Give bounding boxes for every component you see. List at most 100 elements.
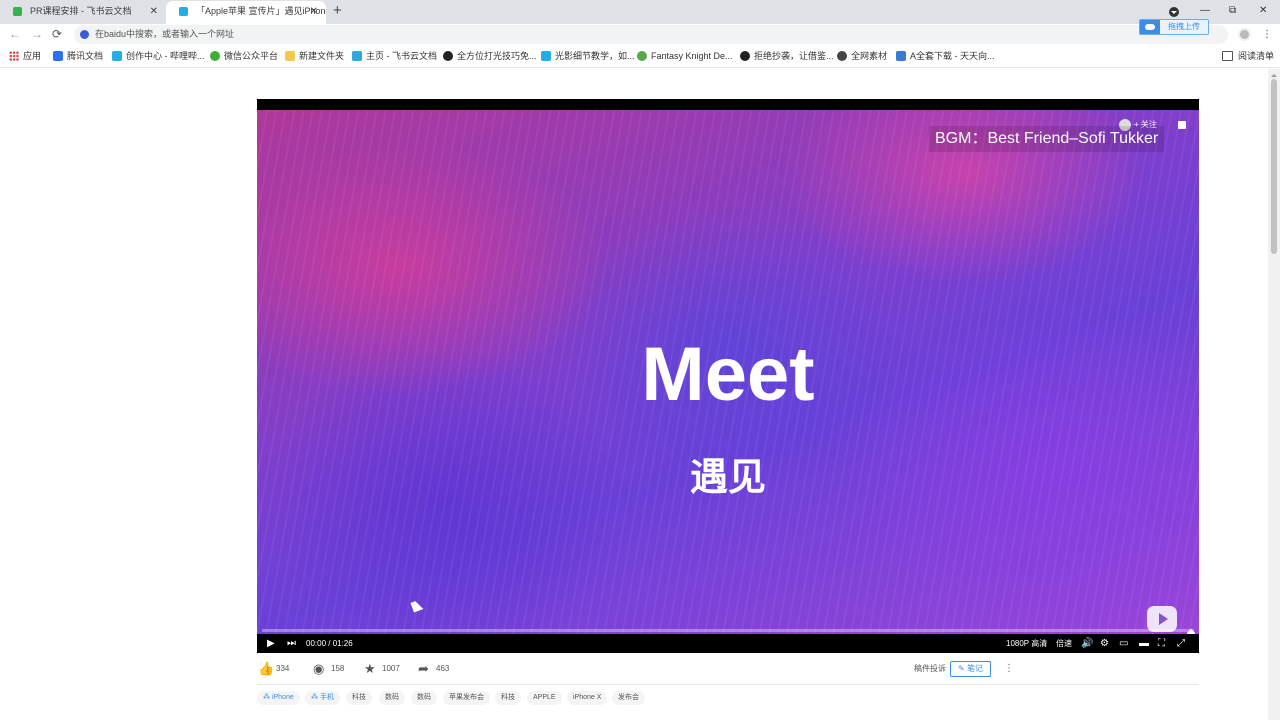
address-placeholder: 在baidu中搜索，或者输入一个网址 (95, 29, 235, 39)
bookmark-label: 主页 - 飞书云文档 (366, 51, 437, 61)
scroll-thumb[interactable] (1271, 79, 1277, 254)
tag-label: 发布会 (618, 694, 639, 701)
bgm-caption: BGM：Best Friend–Sofi Tukker (929, 126, 1165, 152)
bookmark-item[interactable]: 全网素材 (837, 50, 887, 62)
new-tab-button[interactable]: + (333, 2, 342, 20)
tag-label: 苹果发布会 (449, 694, 484, 701)
coin-count: 158 (331, 664, 345, 673)
tag-label: APPLE (533, 694, 556, 701)
bookmark-label: 微信公众平台 (224, 51, 279, 61)
close-window-button[interactable]: ✕ (1259, 2, 1267, 20)
player-controls: ▶ ⏭ 00:00 / 01:26 1080P 高清 倍速 🔊 ⚙ ▭ ▬ ⛶ … (257, 634, 1199, 653)
reading-list-label: 阅读清单 (1238, 51, 1275, 61)
fullscreen-icon[interactable]: ⤢ (1177, 634, 1185, 653)
favorite-button[interactable]: ★ 1007 (364, 661, 400, 677)
browser-menu-icon[interactable]: ⋮ (1262, 28, 1272, 42)
tag-item[interactable]: iPhone X (567, 691, 608, 705)
wechat-icon (210, 51, 220, 61)
back-button[interactable]: ← (9, 26, 21, 42)
bookmark-item[interactable]: A全套下载 - 天天向... (896, 50, 995, 62)
video-title-cn: 遇见 (689, 457, 766, 499)
share-count: 463 (436, 664, 450, 673)
tag-phone[interactable]: ⁂ 手机 (305, 691, 340, 705)
play-icon[interactable]: ▶ (267, 634, 275, 653)
forward-button[interactable]: → (31, 26, 43, 42)
star-icon: ★ (364, 661, 376, 676)
share-button[interactable]: ➦ 463 (418, 661, 449, 677)
widescreen-icon[interactable]: ▬ (1139, 634, 1149, 653)
tag-label: 数码 (417, 694, 431, 701)
feishu-icon (352, 51, 362, 61)
profile-avatar[interactable] (1238, 28, 1251, 41)
site-icon (740, 51, 750, 61)
reading-list-button[interactable]: 阅读清单 (1222, 50, 1274, 62)
bookmark-label: 全方位打光技巧免... (457, 51, 537, 61)
note-icon: ✎ (958, 664, 967, 673)
volume-icon[interactable]: 🔊 (1081, 634, 1093, 653)
web-fullscreen-icon[interactable]: ⛶ (1158, 634, 1165, 653)
bookmark-folder[interactable]: 新建文件夹 (285, 50, 344, 62)
bookmark-item[interactable]: 微信公众平台 (210, 50, 278, 62)
reload-button[interactable]: ⟳ (52, 26, 62, 42)
note-label: 笔记 (966, 664, 983, 673)
progress-bar[interactable] (262, 629, 1194, 632)
report-link[interactable]: 稿件投诉 (914, 662, 946, 676)
settings-icon[interactable]: ⚙ (1100, 634, 1109, 653)
bookmarks-bar: 应用 腾讯文档 创作中心 - 哔哩哔... 微信公众平台 新建文件夹 主页 - … (0, 46, 1280, 68)
report-icon[interactable] (1178, 121, 1186, 129)
picture-in-picture-icon[interactable]: ▭ (1119, 634, 1128, 653)
coin-button[interactable]: ◉ 158 (313, 661, 344, 677)
tag-item[interactable]: 科技 (346, 691, 372, 705)
divider (257, 684, 1199, 685)
bookmark-label: 光影细节教学，如... (555, 51, 635, 61)
bookmark-label: 拒绝抄袭，让借鉴... (754, 51, 834, 61)
video-frame[interactable]: + 关注 BGM：Best Friend–Sofi Tukker Meet 遇见 (257, 110, 1199, 638)
tab-pr-schedule[interactable]: PR课程安排 - 飞书云文档 ✕ (0, 1, 166, 24)
time-display: 00:00 / 01:26 (306, 639, 353, 648)
quality-selector[interactable]: 1080P 高清 (1006, 634, 1047, 653)
bookmark-label: 新建文件夹 (299, 51, 345, 61)
bookmark-item[interactable]: 光影细节教学，如... (541, 50, 635, 62)
tab-apple-video[interactable]: 「Apple苹果 宣传片」遇见iPhone ✕ (166, 1, 326, 24)
tag-item[interactable]: APPLE (527, 691, 562, 705)
address-bar[interactable]: 在baidu中搜索，或者输入一个网址 (74, 25, 1228, 44)
bookmark-item[interactable]: 拒绝抄袭，让借鉴... (740, 50, 834, 62)
tab-strip: PR课程安排 - 飞书云文档 ✕ 「Apple苹果 宣传片」遇见iPhone ✕… (0, 0, 1280, 24)
like-button[interactable]: 👍 334 (258, 661, 289, 677)
page-scrollbar[interactable] (1268, 69, 1280, 720)
bookmark-item[interactable]: 创作中心 - 哔哩哔... (112, 50, 205, 62)
bookmark-item[interactable]: 腾讯文档 (53, 50, 103, 62)
favorite-count: 1007 (382, 664, 400, 673)
tab-title: 「Apple苹果 宣传片」遇见iPhone (196, 6, 326, 16)
apps-grid-icon (9, 51, 19, 61)
bookmark-item[interactable]: 主页 - 飞书云文档 (352, 50, 437, 62)
close-icon[interactable]: ✕ (310, 1, 318, 22)
browser-toolbar: ← → ⟳ 在baidu中搜索，或者输入一个网址 ⋮ (0, 24, 1280, 46)
tag-label: 手机 (319, 694, 334, 701)
tag-item[interactable]: 科技 (495, 691, 521, 705)
bookmark-item[interactable]: Fantasy Knight De... (637, 50, 733, 62)
minimize-button[interactable]: — (1200, 2, 1210, 20)
note-button[interactable]: ✎ 笔记 (950, 661, 991, 677)
tag-label: 科技 (501, 694, 515, 701)
scroll-up-icon[interactable] (1271, 71, 1277, 77)
bookmark-item[interactable]: 全方位打光技巧免... (443, 50, 537, 62)
thumbs-up-icon: 👍 (258, 661, 275, 676)
cloud-upload-button[interactable]: 拖拽上传 (1139, 19, 1209, 35)
close-icon[interactable]: ✕ (150, 1, 158, 22)
tab-title: PR课程安排 - 飞书云文档 (30, 6, 132, 16)
tag-item[interactable]: 数码 (379, 691, 405, 705)
tag-item[interactable]: 苹果发布会 (443, 691, 490, 705)
more-options-icon[interactable]: ⋮ (1004, 661, 1014, 677)
next-icon[interactable]: ⏭ (287, 634, 296, 653)
tab-search-icon[interactable] (1169, 7, 1179, 17)
maximize-button[interactable]: ⧉ (1229, 2, 1236, 20)
video-player[interactable]: + 关注 BGM：Best Friend–Sofi Tukker Meet 遇见… (257, 99, 1199, 653)
tag-item[interactable]: 发布会 (612, 691, 645, 705)
speed-selector[interactable]: 倍速 (1056, 634, 1072, 653)
bookmark-apps[interactable]: 应用 (9, 50, 41, 62)
bilibili-icon (541, 51, 551, 61)
bookmark-label: 应用 (23, 51, 42, 61)
tag-item[interactable]: 数码 (411, 691, 437, 705)
tag-iphone[interactable]: ⁂ iPhone (257, 691, 300, 705)
